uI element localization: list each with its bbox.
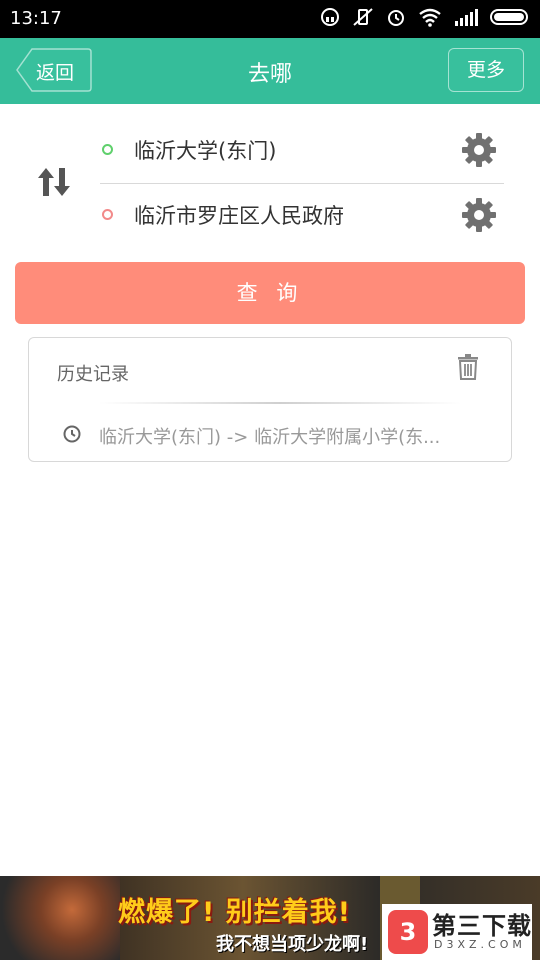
- watermark-icon: 3: [388, 910, 428, 954]
- history-card: 历史记录 临沂大学(东门) -> 临沂大学附属小学(东...: [28, 337, 512, 462]
- watermark-logo: 3 第三下载 D3XZ.COM: [382, 904, 532, 960]
- signal-icon: [455, 9, 478, 26]
- query-button[interactable]: 查 询: [15, 262, 525, 324]
- trash-icon[interactable]: [457, 354, 479, 380]
- route-panel: 临沂大学(东门) 临沂市罗庄区人民政府: [0, 104, 540, 254]
- ad-subline: 我不想当项少龙啊!: [216, 934, 369, 955]
- status-bar: 13:17: [0, 0, 540, 38]
- origin-dot: [102, 144, 113, 155]
- status-time: 13:17: [10, 8, 62, 29]
- destination-text[interactable]: 临沂市罗庄区人民政府: [134, 200, 344, 230]
- wifi-icon: [419, 8, 441, 27]
- alarm-icon: [388, 10, 404, 26]
- status-icons: [320, 7, 530, 27]
- swap-vertical-icon[interactable]: [36, 166, 72, 198]
- origin-row[interactable]: 临沂大学(东门): [100, 119, 504, 184]
- watermark-domain: D3XZ.COM: [434, 938, 526, 951]
- history-title: 历史记录: [57, 364, 129, 385]
- destination-row[interactable]: 临沂市罗庄区人民政府: [100, 184, 504, 248]
- history-item-text: 临沂大学(东门) -> 临沂大学附属小学(东...: [99, 427, 441, 448]
- origin-text[interactable]: 临沂大学(东门): [134, 135, 276, 165]
- destination-dot: [102, 209, 113, 220]
- clock-icon: [63, 425, 81, 443]
- watermark-brand: 第三下载: [432, 912, 532, 940]
- gear-icon[interactable]: [460, 131, 498, 169]
- history-item[interactable]: 临沂大学(东门) -> 临沂大学附属小学(东...: [63, 421, 483, 449]
- gear-icon[interactable]: [460, 196, 498, 234]
- history-divider: [99, 402, 461, 404]
- title-bar: 返回 去哪 更多: [0, 38, 540, 104]
- ad-character-image: [0, 876, 120, 960]
- ad-headline: 燃爆了! 别拦着我!: [118, 897, 352, 928]
- battery-icon: [490, 9, 528, 25]
- more-button[interactable]: 更多: [448, 48, 524, 92]
- headset-icon: [321, 8, 339, 26]
- vibrate-mute-icon: [353, 8, 373, 26]
